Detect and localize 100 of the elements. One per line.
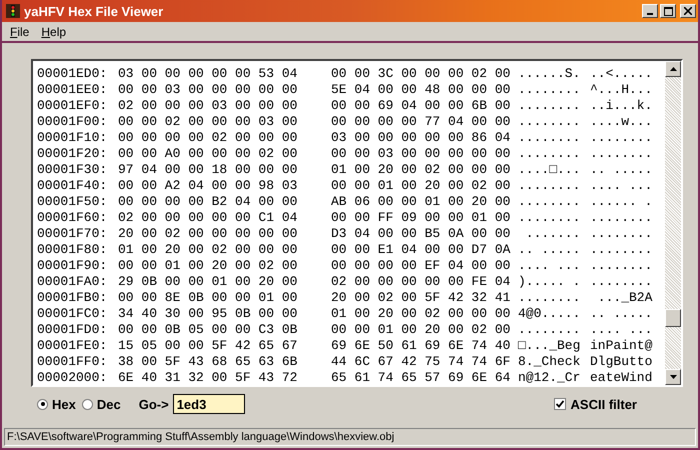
hex-bytes: 00 00 00 00 77 04 00 00 xyxy=(331,114,512,128)
ascii-text: ........ xyxy=(518,146,582,160)
hex-bytes: 6E 40 31 32 00 5F 43 72 xyxy=(118,370,298,384)
ascii-text: .... ... xyxy=(590,322,654,336)
status-bar: F:\SAVE\software\Programming Stuff\Assembly language\Windows\hexview.obj xyxy=(4,428,696,446)
hex-bytes: 00 00 8E 0B 00 00 01 00 xyxy=(118,290,298,304)
ascii-text: ........ xyxy=(590,210,654,224)
ascii-text: ........ xyxy=(590,274,654,288)
ascii-text: ........ xyxy=(590,242,654,256)
close-button[interactable] xyxy=(680,4,696,18)
hex-bytes: 38 00 5F 43 68 65 63 6B xyxy=(118,354,298,368)
address: 00001F60: xyxy=(37,210,108,224)
ascii-text: .... ... xyxy=(590,178,654,192)
ascii-text: ^...H... xyxy=(590,82,654,96)
ascii-text: ..i...k. xyxy=(590,98,654,112)
scrollbar[interactable] xyxy=(665,61,681,385)
ascii-text: ....□... xyxy=(518,162,582,176)
minimize-button[interactable] xyxy=(642,4,658,18)
ascii-text: 4@0..... xyxy=(518,306,582,320)
ascii-text: ........ xyxy=(518,114,582,128)
ascii-text: ..<..... xyxy=(590,66,654,80)
hex-bytes: 00 00 01 00 20 00 02 00 xyxy=(331,178,512,192)
up-arrow-icon xyxy=(670,67,676,71)
hex-bytes: 44 6C 67 42 75 74 74 6F xyxy=(331,354,512,368)
hex-bytes: 29 0B 00 00 01 00 20 00 xyxy=(118,274,298,288)
address: 00001F20: xyxy=(37,146,108,160)
menu-item[interactable]: Help xyxy=(35,24,72,38)
down-arrow-icon xyxy=(670,375,676,379)
hex-bytes: 01 00 20 00 02 00 00 00 xyxy=(118,242,298,256)
address: 00001F90: xyxy=(37,258,108,272)
ascii-text: ....w... xyxy=(590,114,654,128)
address: 00001FD0: xyxy=(37,322,108,336)
ascii-text: ..._B2A xyxy=(596,290,654,304)
address: 00001FC0: xyxy=(37,306,108,320)
goto-field[interactable]: 1ed3 xyxy=(172,394,245,414)
ascii-text: eateWind xyxy=(590,370,654,384)
ascii-text: ....... xyxy=(524,226,582,240)
close-icon xyxy=(684,7,692,15)
ascii-filter-checkbox[interactable]: ASCII filter xyxy=(554,396,637,412)
hex-bytes: 03 00 00 00 00 00 53 04 xyxy=(118,66,298,80)
scroll-thumb[interactable] xyxy=(665,309,681,327)
checkmark-icon xyxy=(556,400,564,408)
hex-bytes: 00 00 00 00 B2 04 00 00 xyxy=(118,194,298,208)
window-title: yaHFV Hex File Viewer xyxy=(24,4,164,18)
hex-bytes: 00 00 A0 00 00 00 02 00 xyxy=(118,146,298,160)
hex-bytes: 03 00 00 00 00 00 86 04 xyxy=(331,130,512,144)
hex-bytes: AB 06 00 00 01 00 20 00 xyxy=(331,194,512,208)
hex-bytes: 00 00 00 00 02 00 00 00 xyxy=(118,130,298,144)
hex-bytes: 15 05 00 00 5F 42 65 67 xyxy=(118,338,298,352)
address: 00001FF0: xyxy=(37,354,108,368)
scroll-up-button[interactable] xyxy=(665,61,681,77)
radio-button[interactable]: Dec xyxy=(82,396,121,412)
ascii-text: inPaint@ xyxy=(590,338,654,352)
hex-bytes: 00 00 01 00 20 00 02 00 xyxy=(118,258,298,272)
hex-bytes: 00 00 A2 04 00 00 98 03 xyxy=(118,178,298,192)
ascii-text: ........ xyxy=(518,210,582,224)
hex-bytes: 00 00 03 00 00 00 00 00 xyxy=(118,82,298,96)
hex-bytes: 00 00 E1 04 00 00 D7 0A xyxy=(331,242,512,256)
ascii-text: 8._Check xyxy=(518,354,582,368)
goto-label: Go-> xyxy=(138,396,169,412)
hex-bytes: 02 00 00 00 00 00 C1 04 xyxy=(118,210,298,224)
ascii-text: .... ... xyxy=(518,258,582,272)
ascii-text: ........ xyxy=(518,322,582,336)
hex-bytes: 00 00 03 00 00 00 00 00 xyxy=(331,146,512,160)
scroll-down-button[interactable] xyxy=(665,369,681,385)
hex-bytes: 00 00 FF 09 00 00 01 00 xyxy=(331,210,512,224)
ascii-text: ...... . xyxy=(590,194,654,208)
address: 00001F40: xyxy=(37,178,108,192)
address: 00001FE0: xyxy=(37,338,108,352)
ascii-text: )..... . xyxy=(518,274,582,288)
hex-bytes: 00 00 0B 05 00 00 C3 0B xyxy=(118,322,298,336)
ascii-text: ........ xyxy=(590,130,654,144)
ascii-text: ........ xyxy=(518,178,582,192)
hex-bytes: 65 61 74 65 57 69 6E 64 xyxy=(331,370,512,384)
ascii-text: .. ..... xyxy=(518,242,582,256)
maximize-icon xyxy=(664,6,672,16)
maximize-button[interactable] xyxy=(660,4,676,18)
ascii-text: .. ..... xyxy=(590,306,654,320)
hex-bytes: 00 00 02 00 00 00 03 00 xyxy=(118,114,298,128)
hex-bytes: 01 00 20 00 02 00 00 00 xyxy=(331,162,512,176)
radio-button[interactable]: Hex xyxy=(37,396,76,412)
ascii-text: ........ xyxy=(590,258,654,272)
hex-bytes: 34 40 30 00 95 0B 00 00 xyxy=(118,306,298,320)
address: 00001EF0: xyxy=(37,98,108,112)
hex-bytes: D3 04 00 00 B5 0A 00 00 xyxy=(331,226,512,240)
hex-bytes: 5E 04 00 00 48 00 00 00 xyxy=(331,82,512,96)
address: 00001F70: xyxy=(37,226,108,240)
hex-bytes: 01 00 20 00 02 00 00 00 xyxy=(331,306,512,320)
ascii-text: □..._Beg xyxy=(518,338,582,352)
hex-bytes: 69 6E 50 61 69 6E 74 40 xyxy=(331,338,512,352)
address: 00001FA0: xyxy=(37,274,108,288)
address: 00001FB0: xyxy=(37,290,108,304)
address: 00001F80: xyxy=(37,242,108,256)
hex-bytes: 00 00 3C 00 00 00 02 00 xyxy=(331,66,512,80)
ascii-text: ........ xyxy=(518,290,582,304)
ascii-text: ......S. xyxy=(518,66,582,80)
address: 00002000: xyxy=(37,370,108,384)
hex-bytes: 02 00 00 00 00 00 FE 04 xyxy=(331,274,512,288)
menu-item[interactable]: File xyxy=(4,24,36,38)
hex-bytes: 20 00 02 00 5F 42 32 41 xyxy=(331,290,512,304)
